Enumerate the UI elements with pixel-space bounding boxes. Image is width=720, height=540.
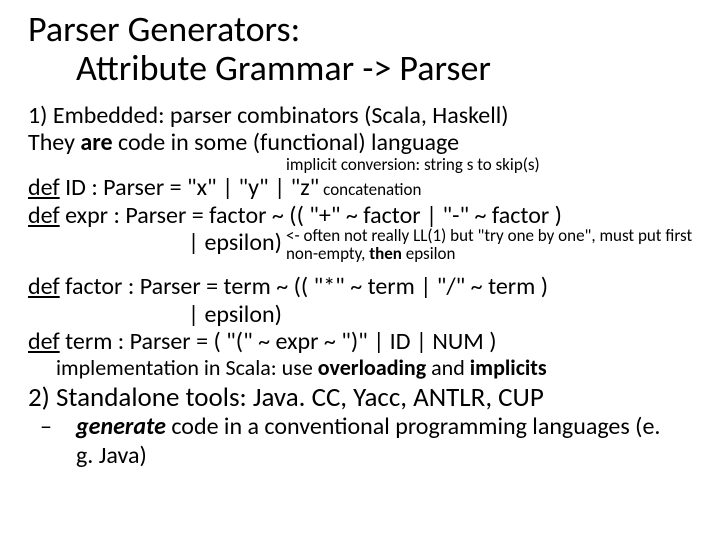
slide-body: 1) Embedded: parser combinators (Scala, … bbox=[28, 102, 692, 470]
annotation-implicit-conversion: implicit conversion: string s to skip(s) bbox=[28, 156, 692, 174]
def-factor: def factor : Parser = term ~ (( "*" ~ te… bbox=[28, 273, 692, 300]
factor-epsilon: | epsilon) bbox=[28, 301, 692, 328]
annotation-not-ll1: <- often not really LL(1) but "try one b… bbox=[286, 227, 706, 263]
implementation-note: implementation in Scala: use overloading… bbox=[28, 355, 692, 380]
section-1-line-2: They are code in some (functional) langu… bbox=[28, 129, 692, 156]
annotation-concatenation: concatenation bbox=[319, 179, 421, 200]
title-line-2: Attribute Grammar -> Parser bbox=[28, 49, 692, 88]
slide-title: Parser Generators: Attribute Grammar -> … bbox=[28, 10, 692, 88]
def-term: def term : Parser = ( "(" ~ expr ~ ")" |… bbox=[28, 328, 692, 355]
section-2-line-1: 2) Standalone tools: Java. CC, Yacc, ANT… bbox=[28, 383, 692, 414]
section-1-line-1: 1) Embedded: parser combinators (Scala, … bbox=[28, 102, 692, 129]
def-id: def ID : Parser = "x" | "y" | "z" concat… bbox=[28, 174, 692, 201]
dash-icon: – bbox=[58, 413, 76, 441]
expr-epsilon: | epsilon) <- often not really LL(1) but… bbox=[28, 229, 692, 256]
slide: Parser Generators: Attribute Grammar -> … bbox=[0, 0, 720, 470]
title-line-1: Parser Generators: bbox=[28, 7, 300, 51]
section-2-sub-bullet: –generate code in a conventional program… bbox=[28, 413, 692, 470]
